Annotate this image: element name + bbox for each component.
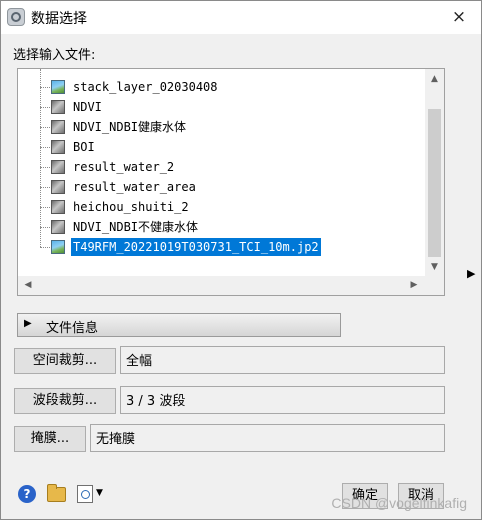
tree-branch	[40, 207, 50, 208]
tree-branch	[40, 227, 50, 228]
raster-gray-icon	[51, 120, 65, 134]
input-file-label: 选择输入文件:	[13, 48, 96, 63]
file-item[interactable]: result_water_2	[18, 157, 426, 177]
file-name: result_water_area	[73, 180, 196, 194]
input-file-list[interactable]: stack_layer_02030408 NDVI NDVI_NDBI健康水体 …	[17, 68, 445, 296]
file-info-label: 文件信息	[46, 321, 99, 336]
raster-gray-icon	[51, 160, 65, 174]
expand-panel-icon[interactable]: ▶	[467, 267, 475, 280]
raster-gray-icon	[51, 180, 65, 194]
file-item[interactable]: NDVI_NDBI不健康水体	[18, 217, 426, 237]
file-item[interactable]: BOI	[18, 137, 426, 157]
file-name: NDVI	[73, 100, 102, 114]
tree-branch	[40, 187, 50, 188]
data-selection-dialog: 数据选择 × 选择输入文件: stack_layer_02030408 NDVI…	[0, 0, 482, 520]
vertical-scroll-thumb[interactable]	[428, 109, 441, 257]
title-bar: 数据选择 ×	[1, 1, 481, 34]
file-name: heichou_shuiti_2	[73, 200, 189, 214]
raster-gray-icon	[51, 140, 65, 154]
file-item-selected[interactable]: T49RFM_20221019T030731_TCI_10m.jp2	[18, 237, 426, 257]
close-button[interactable]: ×	[445, 4, 473, 30]
raster-gray-icon	[51, 100, 65, 114]
file-name: BOI	[73, 140, 95, 154]
window-title: 数据选择	[31, 11, 87, 27]
spectral-subset-button[interactable]: 波段裁剪...	[14, 388, 116, 414]
open-folder-icon[interactable]	[47, 484, 66, 502]
raster-color-icon	[51, 240, 65, 254]
file-name: NDVI_NDBI健康水体	[73, 120, 187, 134]
raster-gray-icon	[51, 220, 65, 234]
help-icon[interactable]: ?	[18, 485, 36, 503]
file-tree: stack_layer_02030408 NDVI NDVI_NDBI健康水体 …	[18, 69, 426, 277]
vertical-scrollbar[interactable]: ▲ ▼	[425, 69, 444, 277]
recent-files-icon[interactable]	[77, 485, 93, 503]
scroll-right-icon[interactable]: ▶	[406, 276, 422, 295]
horizontal-scrollbar[interactable]: ◀ ▶	[18, 276, 426, 295]
file-name: result_water_2	[73, 160, 175, 174]
raster-gray-icon	[51, 200, 65, 214]
file-name: T49RFM_20221019T030731_TCI_10m.jp2	[71, 238, 321, 256]
file-name: NDVI_NDBI不健康水体	[73, 220, 199, 234]
tree-branch	[40, 107, 50, 108]
app-icon	[7, 8, 25, 26]
tree-branch	[40, 127, 50, 128]
dropdown-caret-icon[interactable]: ▼	[96, 488, 103, 498]
tree-branch	[40, 87, 50, 88]
spatial-subset-button[interactable]: 空间裁剪...	[14, 348, 116, 374]
tree-branch	[40, 167, 50, 168]
file-info-toggle[interactable]: ▶ 文件信息	[17, 313, 341, 337]
spectral-subset-value: 3 / 3 波段	[120, 386, 445, 414]
expand-triangle-icon: ▶	[24, 318, 32, 329]
file-item[interactable]: NDVI_NDBI健康水体	[18, 117, 426, 137]
spatial-subset-value: 全幅	[120, 346, 445, 374]
tree-branch	[40, 247, 50, 248]
watermark: CSDN @vogelfinkafig	[331, 495, 467, 511]
file-item[interactable]: stack_layer_02030408	[18, 77, 426, 97]
tree-branch	[40, 147, 50, 148]
scroll-corner	[425, 276, 444, 295]
file-item[interactable]: NDVI	[18, 97, 426, 117]
scroll-up-icon[interactable]: ▲	[425, 71, 444, 87]
scroll-left-icon[interactable]: ◀	[20, 276, 36, 295]
raster-color-icon	[51, 80, 65, 94]
file-item[interactable]: result_water_area	[18, 177, 426, 197]
mask-button[interactable]: 掩膜...	[14, 426, 86, 452]
mask-value: 无掩膜	[90, 424, 445, 452]
file-name: stack_layer_02030408	[73, 80, 218, 94]
file-item[interactable]: heichou_shuiti_2	[18, 197, 426, 217]
scroll-down-icon[interactable]: ▼	[425, 259, 444, 275]
